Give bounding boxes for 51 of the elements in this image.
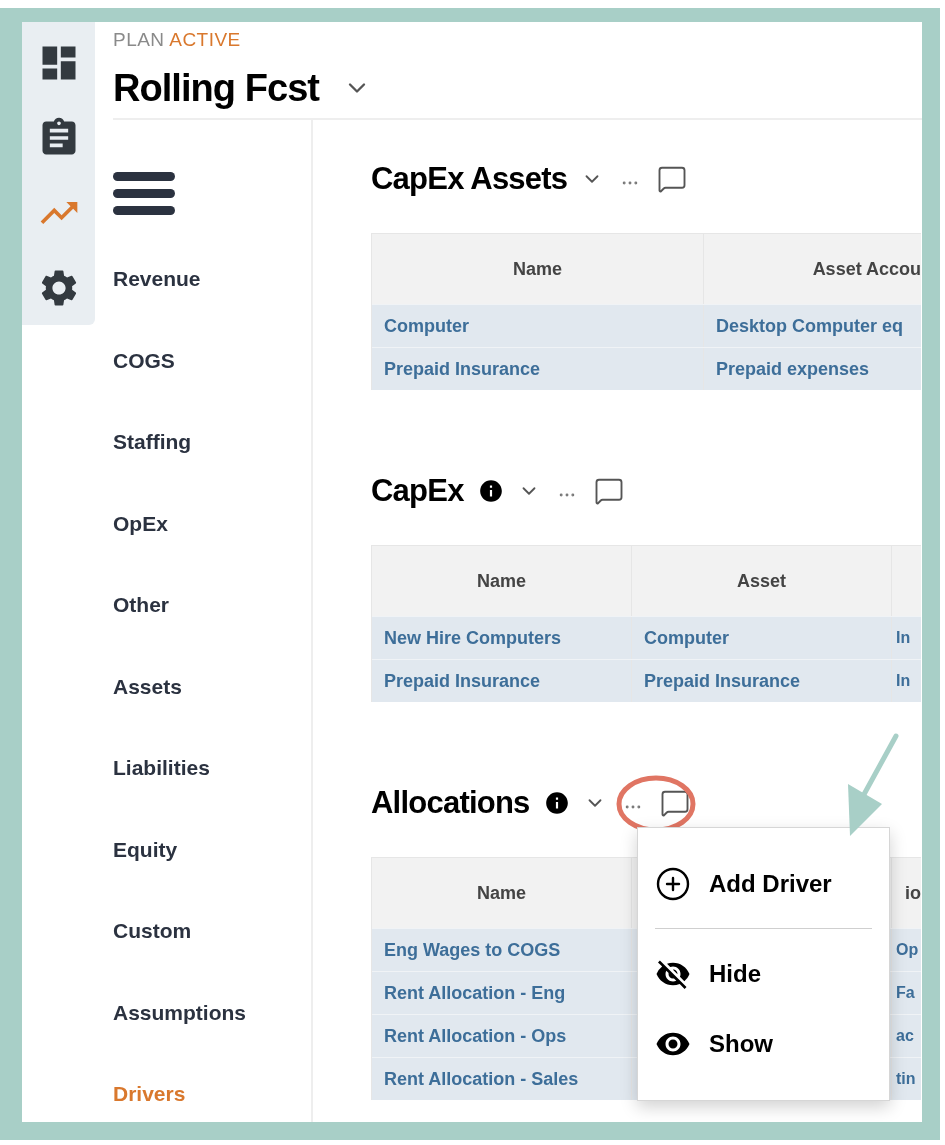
table-cell[interactable]: Rent Allocation - Ops <box>384 1022 567 1050</box>
section-title: CapEx <box>371 471 464 510</box>
plan-status: ACTIVE <box>169 29 241 50</box>
nav-item[interactable]: Other <box>113 589 169 621</box>
nav-item[interactable]: Equity <box>113 833 178 865</box>
table-cell[interactable]: Op <box>896 938 919 962</box>
section-title: CapEx Assets <box>371 159 568 198</box>
info-icon[interactable] <box>477 478 504 504</box>
nav-item[interactable]: Revenue <box>113 263 201 295</box>
table-cell[interactable]: Prepaid Insurance <box>384 355 541 383</box>
menu-item[interactable]: Show <box>655 1009 872 1079</box>
column-header: Asset <box>737 569 786 593</box>
plan-title: Rolling Fcst <box>113 66 320 110</box>
table-cell[interactable]: Eng Wages to COGS <box>384 936 561 964</box>
info-icon[interactable] <box>543 790 570 816</box>
column-header: Asset Accou <box>812 257 921 281</box>
table-cell[interactable]: tin <box>896 1067 916 1091</box>
table-cell[interactable]: Fa <box>896 981 915 1005</box>
nav-item[interactable]: Drivers <box>113 1078 186 1110</box>
nav-item[interactable]: OpEx <box>113 507 168 539</box>
section-title: Allocations <box>371 783 530 822</box>
table-cell[interactable]: Prepaid Insurance <box>384 667 541 695</box>
nav-item[interactable]: Liabilities <box>113 752 210 784</box>
nav-item[interactable]: Assets <box>113 670 182 702</box>
nav-item[interactable]: COGS <box>113 344 175 376</box>
table-cell[interactable]: Prepaid Insurance <box>644 667 801 695</box>
table-cell[interactable]: New Hire Computers <box>384 624 562 652</box>
nav-item[interactable]: Staffing <box>113 426 192 458</box>
column-header: Name <box>513 257 562 281</box>
table-cell[interactable]: Desktop Computer eq <box>716 312 904 340</box>
menu-item[interactable]: Add Driver <box>655 844 872 924</box>
column-header: Name <box>477 569 526 593</box>
menu-item[interactable]: Hide <box>655 939 872 1009</box>
table-cell[interactable]: In <box>896 669 911 693</box>
table-cell[interactable]: Prepaid expenses <box>716 355 870 383</box>
table-cell[interactable]: Computer <box>644 624 729 652</box>
column-header: io <box>905 881 921 905</box>
comment-icon[interactable] <box>593 476 624 506</box>
comment-icon[interactable] <box>659 788 690 818</box>
menu-icon[interactable] <box>113 172 175 216</box>
nav-item[interactable]: Custom <box>113 915 192 947</box>
add-icon <box>655 866 691 902</box>
comment-icon[interactable] <box>657 164 688 194</box>
table-cell[interactable]: Rent Allocation - Sales <box>384 1065 579 1093</box>
nav-item[interactable]: Assumptions <box>113 996 246 1028</box>
column-header: Name <box>477 881 526 905</box>
table-cell[interactable]: In <box>896 626 911 650</box>
table-cell[interactable]: Rent Allocation - Eng <box>384 979 566 1007</box>
plan-label: PLAN <box>113 29 165 50</box>
table-cell[interactable]: ac <box>896 1024 914 1048</box>
table-cell[interactable]: Computer <box>384 312 469 340</box>
